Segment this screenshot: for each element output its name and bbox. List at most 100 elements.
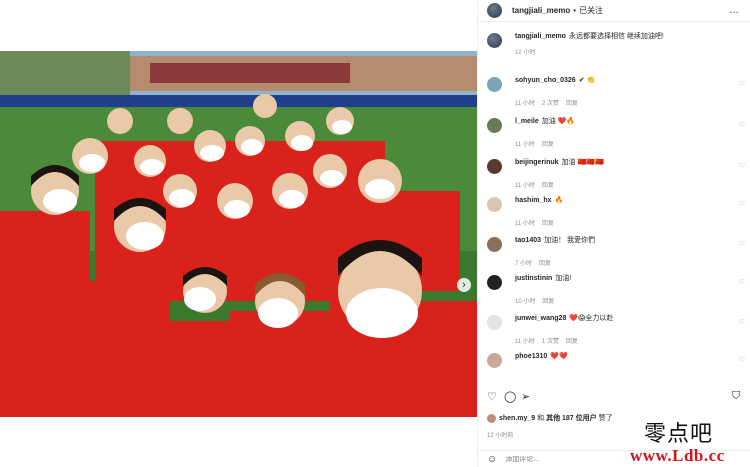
emoji-icon[interactable]: ☺ [487, 454, 497, 465]
comment-time: 11 小时 [515, 221, 535, 227]
comment-body: ❤️❤️ [550, 353, 568, 360]
commenter-avatar[interactable] [487, 315, 502, 330]
comment-text: sohyun_cho_0326 ✔ 👏 [515, 76, 735, 85]
author-avatar[interactable] [487, 3, 502, 18]
comment-likes-count[interactable]: 2 次赞 [542, 101, 559, 107]
reply-button[interactable]: 回复 [542, 142, 554, 148]
comment-like-icon[interactable]: ♡ [739, 121, 745, 129]
comment-text: justinstinin 加油! [515, 274, 735, 283]
post-details-panel: tangjiali_memo • 已关注 … tangjiali_memo 永远都… [477, 0, 750, 467]
comment-meta: 11 小时 回复 [515, 180, 735, 189]
comment-like-icon[interactable]: ♡ [739, 240, 745, 248]
comment-meta: 11 小时 回复 [515, 139, 735, 148]
comment-item: beijingerinuk 加油 🇨🇳🇨🇳🇨🇳 11 小时 回复 ♡ [478, 158, 750, 196]
commenter-avatar[interactable] [487, 118, 502, 133]
comment-meta: 11 小时 2 次赞 回复 [515, 98, 735, 107]
watermark-chinese: 零点吧 [644, 422, 714, 447]
commenter-avatar[interactable] [487, 275, 502, 290]
author-username[interactable]: tangjiali_memo [512, 6, 570, 15]
caption: tangjiali_memo 永远都要选择相信 继续加油吧! 12 小时 [478, 32, 750, 76]
comment-body: 加油！ 我愛你們 [544, 237, 596, 244]
heart-icon[interactable]: ♡ [487, 390, 497, 403]
comment-text: tao1403 加油！ 我愛你們 [515, 236, 735, 245]
comment-body: ❤️😱全力以赴 [569, 315, 614, 322]
comment-item: phoe1310 ❤️❤️ ♡ [478, 352, 750, 372]
comment-username[interactable]: hashim_hx [515, 197, 552, 204]
comment-meta: 11 小时 1 次赞 回复 [515, 336, 735, 345]
comment-time: 11 小时 [515, 142, 535, 148]
comment-username[interactable]: sohyun_cho_0326 [515, 77, 576, 84]
liker-avatar[interactable] [487, 413, 496, 423]
comment-like-icon[interactable]: ♡ [739, 318, 745, 326]
comment-body: 加油! [555, 275, 572, 282]
commenter-avatar[interactable] [487, 197, 502, 212]
caption-avatar[interactable] [487, 33, 502, 48]
comment-like-icon[interactable]: ♡ [739, 356, 745, 364]
comment-icon[interactable]: ◯ [504, 390, 516, 403]
reply-button[interactable]: 回复 [542, 299, 554, 305]
liked-user-link[interactable]: shen.my_9 [499, 415, 535, 422]
comment-item: junwei_wang28 ❤️😱全力以赴 11 小时 1 次赞 回复 ♡ [478, 314, 750, 352]
comment-text: l_meile 加油 ❤️🔥 [515, 117, 735, 126]
post-timestamp: 12 小时前 [487, 433, 514, 439]
comment-like-icon[interactable]: ♡ [739, 80, 745, 88]
post-header: tangjiali_memo • 已关注 … [478, 0, 750, 22]
post-media-panel: › [0, 0, 477, 467]
comment-meta: 11 小时 回复 [515, 218, 735, 227]
commenter-avatar[interactable] [487, 353, 502, 368]
comment-like-icon[interactable]: ♡ [739, 278, 745, 286]
comment-username[interactable]: phoe1310 [515, 353, 547, 360]
comment-time: 10 小时 [515, 299, 536, 305]
share-icon[interactable]: ➢ [521, 390, 530, 403]
comment-body: 🔥 [554, 197, 564, 204]
commenter-avatar[interactable] [487, 159, 502, 174]
post-actions-bar: ♡ ◯ ➢ ⛉ [487, 390, 742, 404]
team-selfie-image [0, 51, 477, 417]
comment-like-icon[interactable]: ♡ [739, 162, 745, 170]
comment-input[interactable] [505, 455, 626, 463]
comment-time: 7 小时 [515, 261, 533, 267]
caption-text: tangjiali_memo 永远都要选择相信 继续加油吧! [515, 32, 735, 41]
follow-status-button[interactable]: 已关注 [579, 5, 603, 16]
comment-username[interactable]: beijingerinuk [515, 159, 559, 166]
likes-summary: shen.my_9 和 其他 187 位用户 赞了 [487, 413, 613, 423]
post-photo[interactable]: › [0, 51, 477, 417]
comment-text: junwei_wang28 ❤️😱全力以赴 [515, 314, 735, 323]
comment-body: 加油 ❤️🔥 [541, 118, 576, 125]
next-slide-button[interactable]: › [457, 278, 471, 292]
comments-list[interactable]: tangjiali_memo 永远都要选择相信 继续加油吧! 12 小时 sohy… [478, 32, 750, 380]
comment-item: hashim_hx 🔥 11 小时 回复 ♡ [478, 196, 750, 236]
comment-username[interactable]: l_meile [515, 118, 539, 125]
reply-button[interactable]: 回复 [566, 339, 578, 345]
comment-username[interactable]: junwei_wang28 [515, 315, 566, 322]
site-watermark: 零点吧 www.Ldb.cc [630, 416, 748, 466]
comment-item: l_meile 加油 ❤️🔥 11 小时 回复 ♡ [478, 117, 750, 158]
comment-meta: 7 小时 回复 [515, 258, 735, 267]
caption-username[interactable]: tangjiali_memo [515, 33, 566, 40]
comment-username[interactable]: justinstinin [515, 275, 552, 282]
reply-button[interactable]: 回复 [542, 221, 554, 227]
commenter-avatar[interactable] [487, 237, 502, 252]
reply-button[interactable]: 回复 [566, 101, 578, 107]
watermark-url: www.Ldb.cc [630, 446, 725, 465]
comment-text: phoe1310 ❤️❤️ [515, 352, 735, 361]
comment-meta: 10 小时 回复 [515, 296, 735, 305]
comment-time: 11 小时 [515, 183, 535, 189]
comment-text: hashim_hx 🔥 [515, 196, 735, 205]
comment-username[interactable]: tao1403 [515, 237, 541, 244]
comment-text: beijingerinuk 加油 🇨🇳🇨🇳🇨🇳 [515, 158, 735, 167]
caption-time: 12 小时 [515, 50, 536, 56]
comment-item: sohyun_cho_0326 ✔ 👏 11 小时 2 次赞 回复 ♡ [478, 76, 750, 117]
bookmark-icon[interactable]: ⛉ [732, 390, 740, 403]
comment-item: justinstinin 加油! 10 小时 回复 ♡ [478, 274, 750, 314]
comment-likes-count[interactable]: 1 次赞 [542, 339, 559, 345]
comment-like-icon[interactable]: ♡ [739, 200, 745, 208]
comment-time: 11 小时 [515, 101, 535, 107]
reply-button[interactable]: 回复 [539, 261, 551, 267]
more-options-icon[interactable]: … [729, 5, 740, 16]
comment-item: tao1403 加油！ 我愛你們 7 小时 回复 ♡ [478, 236, 750, 274]
reply-button[interactable]: 回复 [542, 183, 554, 189]
comment-time: 11 小时 [515, 339, 535, 345]
likes-count-link[interactable]: 其他 187 位用户 [546, 415, 597, 422]
commenter-avatar[interactable] [487, 77, 502, 92]
